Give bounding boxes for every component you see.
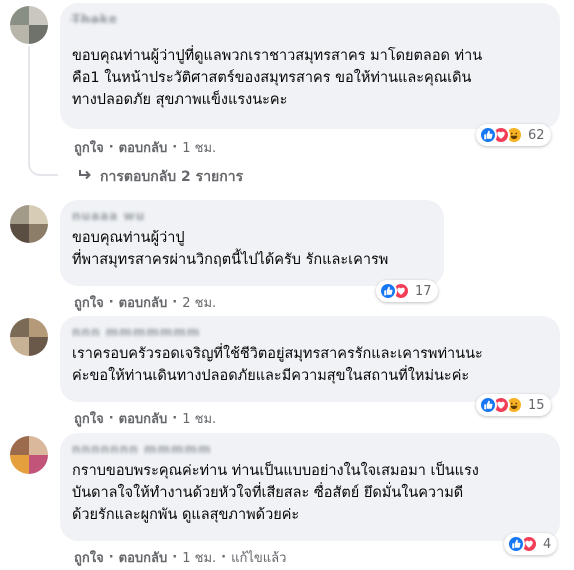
comment-text: ขอบคุณท่านผู้ว่าปูที่ดูแลพวกเราชาวสมุทรส… bbox=[72, 48, 483, 108]
thumbs-up-icon bbox=[379, 282, 397, 300]
replies-label: การตอบกลับ 2 รายการ bbox=[100, 169, 244, 185]
reply-link[interactable]: ตอบกลับ bbox=[119, 292, 168, 313]
thread-connector bbox=[28, 140, 58, 176]
separator-dot: · bbox=[221, 550, 227, 565]
separator-dot: · bbox=[108, 140, 114, 155]
avatar[interactable] bbox=[10, 318, 48, 356]
reaction-count: 62 bbox=[528, 127, 545, 143]
separator-dot: · bbox=[172, 140, 178, 155]
reply-link[interactable]: ตอบกลับ bbox=[119, 408, 168, 429]
comment-text: เราครอบครัวรอดเจริญที่ใช้ชีวิตอยู่สมุทรส… bbox=[72, 346, 483, 384]
separator-dot: · bbox=[108, 295, 114, 310]
reaction-count: 4 bbox=[543, 536, 552, 552]
thumbs-up-icon bbox=[479, 396, 497, 414]
comment-text: กราบขอบพระคุณค่ะท่าน ท่านเป็นแบบอย่างในใ… bbox=[72, 463, 479, 523]
comment-author[interactable]: nnnnnnn mmmmm bbox=[72, 441, 548, 457]
comment-actions: ถูกใจ · ตอบกลับ · 1 ชม. bbox=[74, 408, 216, 429]
edited-label[interactable]: แก้ไขแล้ว bbox=[231, 547, 286, 568]
separator-dot: · bbox=[172, 411, 178, 426]
reaction-summary[interactable]: 62 bbox=[476, 124, 551, 146]
reply-arrow-icon bbox=[78, 169, 92, 185]
separator-dot: · bbox=[108, 550, 114, 565]
comment-author[interactable]: T̶h̶a̶k̶e bbox=[72, 11, 548, 27]
reaction-count: 17 bbox=[415, 283, 432, 299]
separator-dot: · bbox=[172, 295, 178, 310]
comment-actions: ถูกใจ · ตอบกลับ · 2 ชม. bbox=[74, 292, 216, 313]
reaction-summary[interactable]: 15 bbox=[476, 394, 551, 416]
timestamp[interactable]: 1 ชม. bbox=[182, 408, 216, 429]
view-replies-link[interactable]: การตอบกลับ 2 รายการ bbox=[78, 166, 243, 188]
timestamp[interactable]: 1 ชม. bbox=[182, 547, 216, 568]
comment-bubble: nuaaa wu ขอบคุณท่านผู้ว่าปู ที่พาสมุทรสา… bbox=[60, 200, 444, 286]
comment-bubble: T̶h̶a̶k̶e ขอบคุณท่านผู้ว่าปูที่ดูแลพวกเร… bbox=[60, 3, 560, 129]
reply-link[interactable]: ตอบกลับ bbox=[119, 137, 168, 158]
separator-dot: · bbox=[172, 550, 178, 565]
reaction-summary[interactable]: 17 bbox=[376, 280, 438, 302]
comment-bubble: nnn mmmmmmm เราครอบครัวรอดเจริญที่ใช้ชีว… bbox=[60, 316, 560, 402]
comment-text: ขอบคุณท่านผู้ว่าปู ที่พาสมุทรสาครผ่านวิก… bbox=[72, 230, 389, 268]
reply-link[interactable]: ตอบกลับ bbox=[119, 547, 168, 568]
comment-author[interactable]: nuaaa wu bbox=[72, 208, 432, 224]
like-link[interactable]: ถูกใจ bbox=[74, 292, 104, 313]
avatar[interactable] bbox=[10, 6, 48, 44]
like-link[interactable]: ถูกใจ bbox=[74, 547, 104, 568]
avatar[interactable] bbox=[10, 436, 48, 474]
comment-author[interactable]: nnn mmmmmmm bbox=[72, 324, 548, 340]
reaction-summary[interactable]: 4 bbox=[504, 533, 558, 555]
reaction-count: 15 bbox=[528, 397, 545, 413]
like-link[interactable]: ถูกใจ bbox=[74, 408, 104, 429]
comment-actions: ถูกใจ · ตอบกลับ · 1 ชม. bbox=[74, 137, 216, 158]
thumbs-up-icon bbox=[479, 126, 497, 144]
timestamp[interactable]: 2 ชม. bbox=[182, 292, 216, 313]
thumbs-up-icon bbox=[507, 535, 525, 553]
comment-actions: ถูกใจ · ตอบกลับ · 1 ชม. · แก้ไขแล้ว bbox=[74, 547, 286, 568]
timestamp[interactable]: 1 ชม. bbox=[182, 137, 216, 158]
avatar[interactable] bbox=[10, 205, 48, 243]
comment-bubble: nnnnnnn mmmmm กราบขอบพระคุณค่ะท่าน ท่านเ… bbox=[60, 433, 560, 541]
separator-dot: · bbox=[108, 411, 114, 426]
like-link[interactable]: ถูกใจ bbox=[74, 137, 104, 158]
